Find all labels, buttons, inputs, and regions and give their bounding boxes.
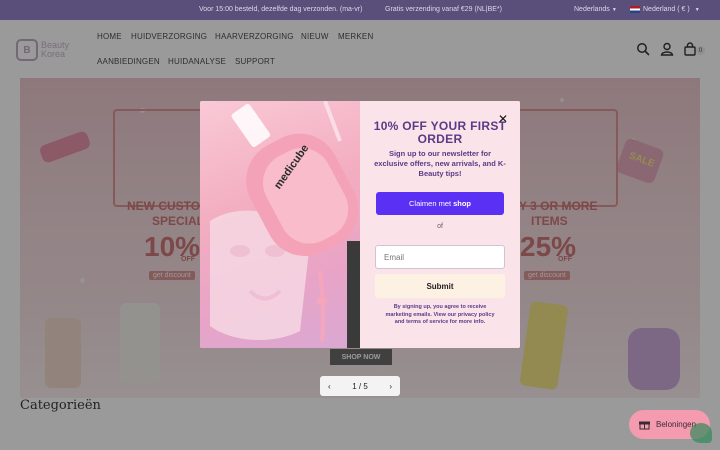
chevron-left-icon[interactable]: ‹ — [328, 382, 331, 391]
rewards-label: Beloningen — [656, 420, 697, 429]
popup-product-image: medicube — [200, 101, 360, 348]
gift-icon — [639, 421, 650, 430]
shop-brand-label: shop — [453, 199, 472, 208]
free-shipping-message: Gratis verzending vanaf €29 (NL|BE*) — [385, 6, 502, 13]
email-field[interactable]: Email — [375, 245, 505, 269]
netherlands-flag-icon — [630, 6, 640, 13]
slider-controls: ‹ 1 / 5 › — [320, 376, 400, 396]
chevron-right-icon[interactable]: › — [389, 382, 392, 391]
popup-subtitle: Sign up to our newsletter for exclusive … — [374, 149, 506, 178]
announcement-bar: Voor 15:00 besteld, dezelfde dag verzond… — [0, 0, 720, 20]
or-divider: of — [437, 223, 443, 230]
submit-button[interactable]: Submit — [375, 274, 505, 298]
popup-title: 10% OFF YOUR FIRST ORDER — [373, 119, 507, 146]
chevron-down-icon: ▼ — [694, 6, 700, 13]
shipping-message: Voor 15:00 besteld, dezelfde dag verzond… — [199, 6, 363, 13]
country-label: Nederland ( € ) — [643, 6, 690, 13]
categories-heading: Categorieën — [20, 398, 101, 413]
legal-text: By signing up, you agree to receive mark… — [385, 304, 495, 325]
language-selector[interactable]: Nederlands ▼ — [574, 6, 617, 13]
slide-position: 1 / 5 — [352, 381, 368, 391]
language-label: Nederlands — [574, 6, 610, 13]
product-illustration — [210, 101, 360, 348]
chat-icon[interactable] — [690, 423, 712, 443]
claim-with-shop-button[interactable]: Claimen met shop — [376, 192, 504, 215]
claim-label: Claimen met — [408, 199, 452, 208]
country-selector[interactable]: Nederland ( € ) ▼ — [630, 6, 700, 13]
chevron-down-icon: ▼ — [611, 7, 617, 13]
